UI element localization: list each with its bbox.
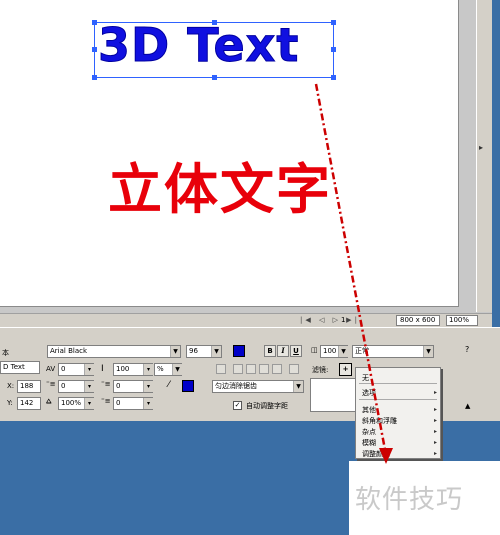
annotation-arrow: [314, 83, 393, 464]
annotation-arrow-head: [379, 448, 393, 464]
annotation-arrow-line: [314, 83, 388, 456]
